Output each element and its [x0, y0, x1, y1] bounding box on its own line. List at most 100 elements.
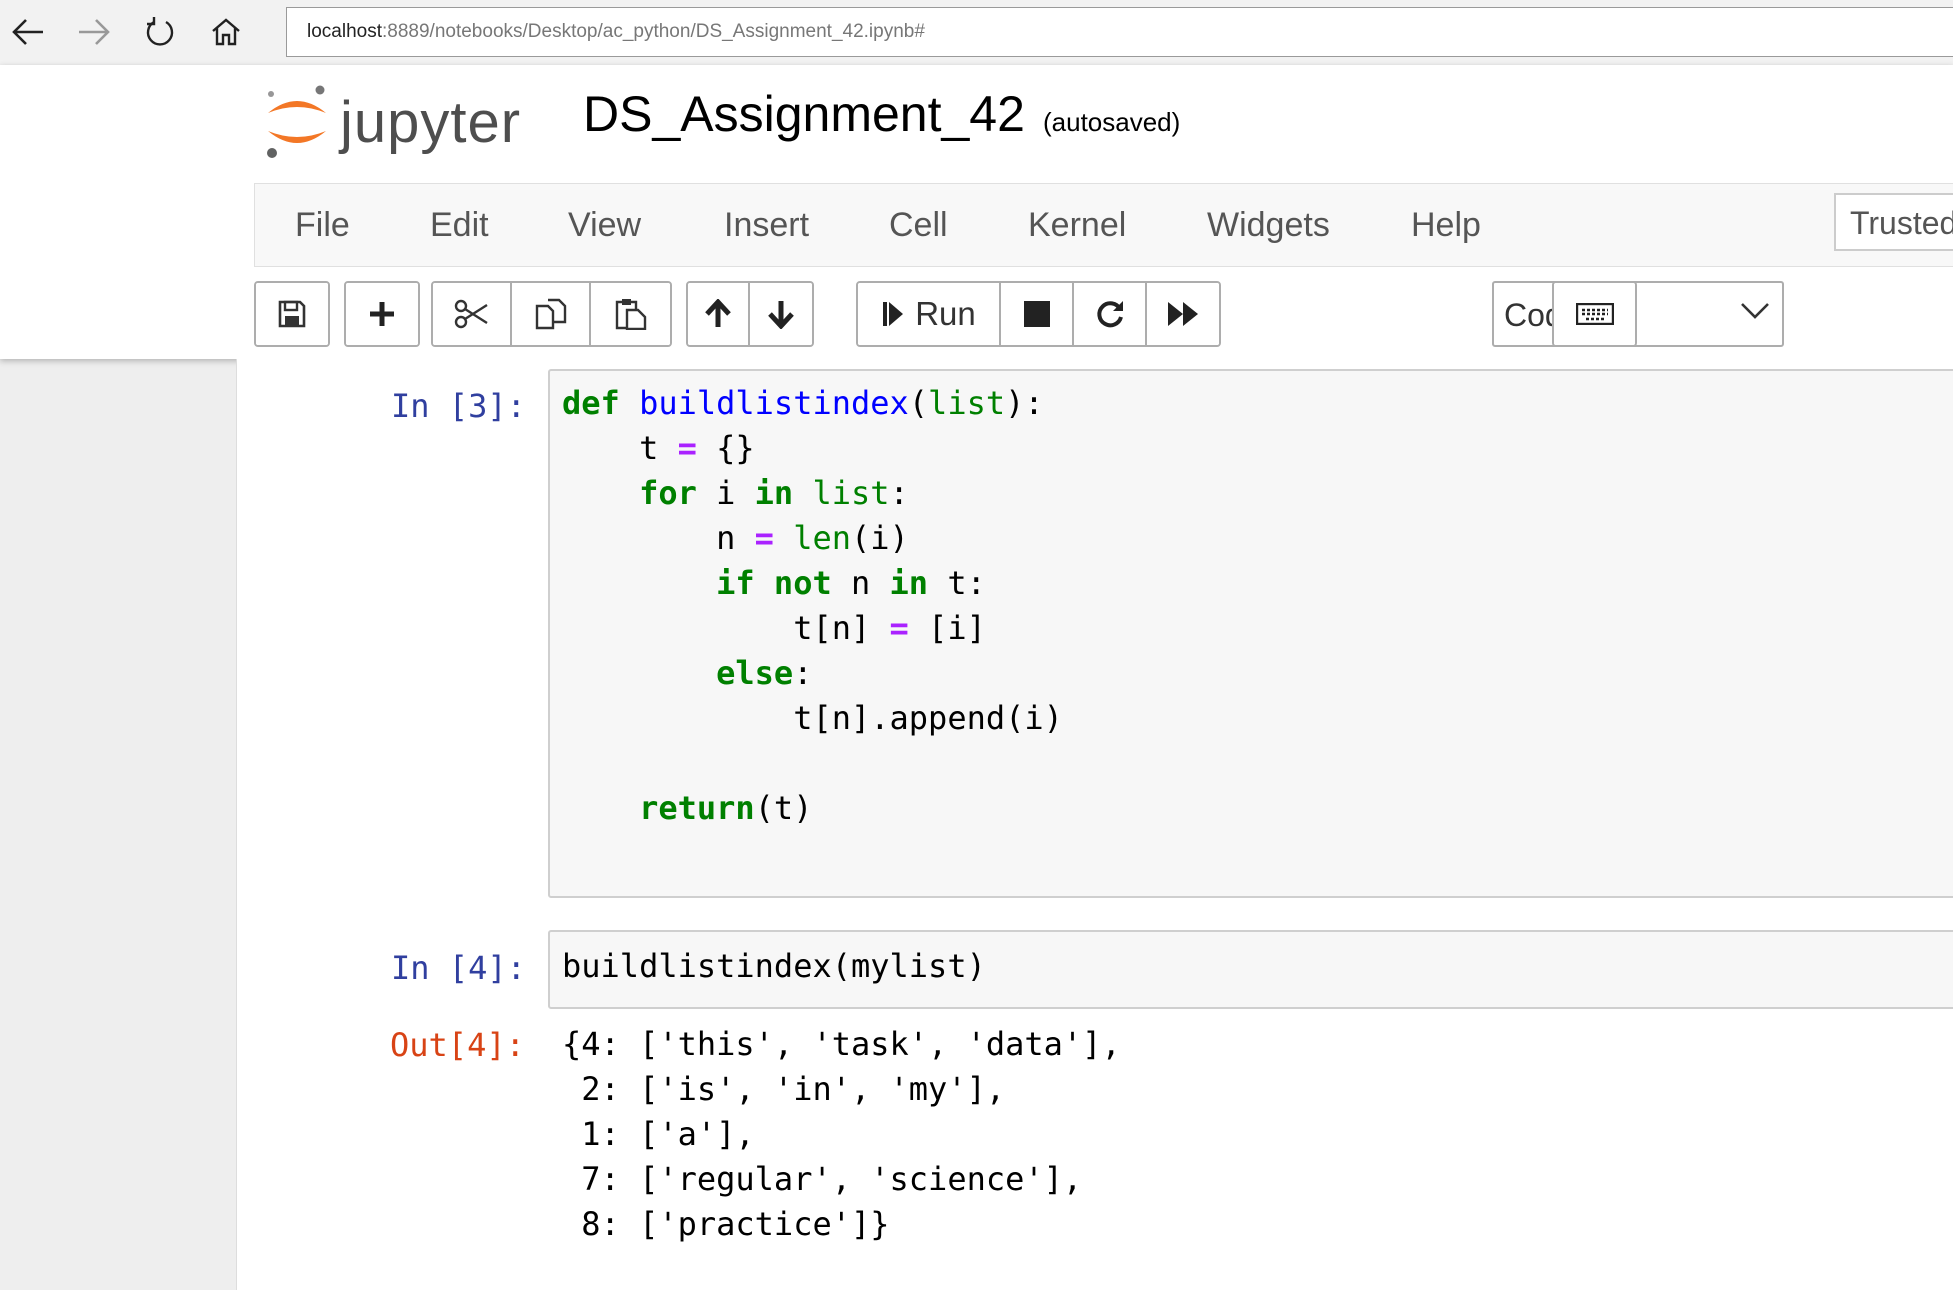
- insert-group: [344, 281, 420, 347]
- restart-button[interactable]: [1074, 283, 1147, 345]
- browser-toolbar: localhost:8889/notebooks/Desktop/ac_pyth…: [0, 0, 1953, 65]
- operator-token: =: [677, 429, 697, 467]
- run-all-button[interactable]: [1147, 283, 1219, 345]
- copy-button[interactable]: [512, 283, 591, 345]
- address-bar[interactable]: localhost:8889/notebooks/Desktop/ac_pyth…: [286, 7, 1953, 57]
- keyword-token: not: [773, 564, 832, 602]
- paste-button[interactable]: [591, 283, 670, 345]
- url-host: localhost: [307, 21, 382, 42]
- autosave-status: (autosaved): [1043, 107, 1181, 137]
- fast-forward-icon: [1168, 302, 1198, 326]
- input-prompt: In [4]:: [391, 949, 526, 987]
- code-token: i: [696, 474, 755, 512]
- cell-type-select[interactable]: Code: [1492, 281, 1784, 347]
- move-up-button[interactable]: [688, 283, 750, 345]
- notebook-title[interactable]: DS_Assignment_42: [583, 85, 1025, 143]
- code-editor[interactable]: def buildlistindex(list): t = {} for i i…: [562, 381, 1063, 831]
- step-forward-icon: [883, 302, 904, 326]
- code-token: [i]: [908, 609, 986, 647]
- url-path: :8889/notebooks/Desktop/ac_python/DS_Ass…: [382, 21, 925, 42]
- menu-kernel[interactable]: Kernel: [1028, 206, 1126, 245]
- move-down-button[interactable]: [750, 283, 812, 345]
- menu-insert[interactable]: Insert: [724, 206, 809, 245]
- home-button[interactable]: [204, 10, 248, 54]
- edit-group: [431, 281, 672, 347]
- cell-output: {4: ['this', 'task', 'data'], 2: ['is', …: [562, 1025, 1121, 1243]
- operator-token: =: [889, 609, 909, 647]
- keyboard-icon: [1575, 303, 1614, 325]
- interrupt-button[interactable]: [1001, 283, 1074, 345]
- code-line: return(t): [562, 786, 1063, 831]
- run-label: Run: [915, 295, 976, 332]
- save-group: [254, 281, 330, 347]
- code-token: t:: [928, 564, 986, 602]
- refresh-button[interactable]: [138, 10, 182, 54]
- insert-cell-button[interactable]: [346, 283, 418, 345]
- arrow-down-icon: [768, 301, 794, 329]
- code-editor[interactable]: buildlistindex(mylist): [562, 944, 986, 989]
- menu-file[interactable]: File: [295, 206, 350, 245]
- operator-token: =: [754, 519, 774, 557]
- run-group: Run: [856, 281, 1221, 347]
- back-button[interactable]: [6, 10, 50, 54]
- code-token: (i): [850, 519, 909, 557]
- code-line: n = len(i): [562, 516, 1063, 561]
- jupyter-header: jupyter DS_Assignment_42 (autosaved) Fil…: [0, 65, 1953, 359]
- menu-view[interactable]: View: [568, 206, 641, 245]
- jupyter-logo[interactable]: jupyter: [262, 81, 552, 161]
- chevron-down-icon: [1741, 303, 1769, 319]
- menu-bar: File Edit View Insert Cell Kernel Widget…: [254, 183, 1953, 267]
- save-button[interactable]: [256, 283, 328, 345]
- menu-widgets[interactable]: Widgets: [1207, 206, 1330, 245]
- move-group: [686, 281, 814, 347]
- run-button[interactable]: Run: [858, 283, 1001, 345]
- keyword-token: return: [639, 789, 755, 827]
- refresh-icon: [146, 17, 174, 46]
- code-line: t[n] = [i]: [562, 606, 1063, 651]
- restart-icon: [1096, 301, 1123, 328]
- builtin-token: list: [928, 384, 1006, 422]
- trusted-indicator[interactable]: Trusted: [1834, 193, 1953, 251]
- function-name-token: buildlistindex: [639, 384, 909, 422]
- input-prompt: In [3]:: [391, 387, 526, 425]
- keyword-token: if: [716, 564, 755, 602]
- command-palette-button[interactable]: [1554, 283, 1635, 345]
- builtin-token: list: [812, 474, 890, 512]
- keyword-token: in: [889, 564, 929, 602]
- code-token: :: [889, 474, 909, 512]
- menu-help[interactable]: Help: [1411, 206, 1481, 245]
- back-arrow-icon: [12, 19, 43, 45]
- code-token: n: [831, 564, 890, 602]
- paste-icon: [615, 299, 646, 330]
- copy-icon: [535, 298, 566, 330]
- code-token: buildlistindex(mylist): [562, 947, 986, 985]
- menu-cell[interactable]: Cell: [889, 206, 948, 245]
- code-cell-input[interactable]: buildlistindex(mylist): [548, 930, 1953, 1009]
- notebook-container: In [3]: def buildlistindex(list): t = {}…: [236, 359, 1953, 1290]
- code-line: t = {}: [562, 426, 1063, 471]
- code-cell-input[interactable]: def buildlistindex(list): t = {} for i i…: [548, 369, 1953, 898]
- home-icon: [212, 18, 240, 46]
- keyword-token: for: [639, 474, 697, 512]
- keyword-token: def: [562, 384, 620, 422]
- keyword-token: in: [754, 474, 794, 512]
- menu-edit[interactable]: Edit: [430, 206, 489, 245]
- cut-button[interactable]: [433, 283, 512, 345]
- code-token: t: [562, 429, 678, 467]
- save-icon: [278, 300, 306, 328]
- code-token: ):: [1005, 384, 1044, 422]
- code-token: t[n].append(i): [562, 699, 1063, 737]
- arrow-up-icon: [705, 299, 731, 327]
- code-line: for i in list:: [562, 471, 1063, 516]
- keyboard-group: [1552, 281, 1637, 347]
- code-token: :: [793, 654, 813, 692]
- forward-button[interactable]: [72, 10, 116, 54]
- code-token: (: [908, 384, 929, 422]
